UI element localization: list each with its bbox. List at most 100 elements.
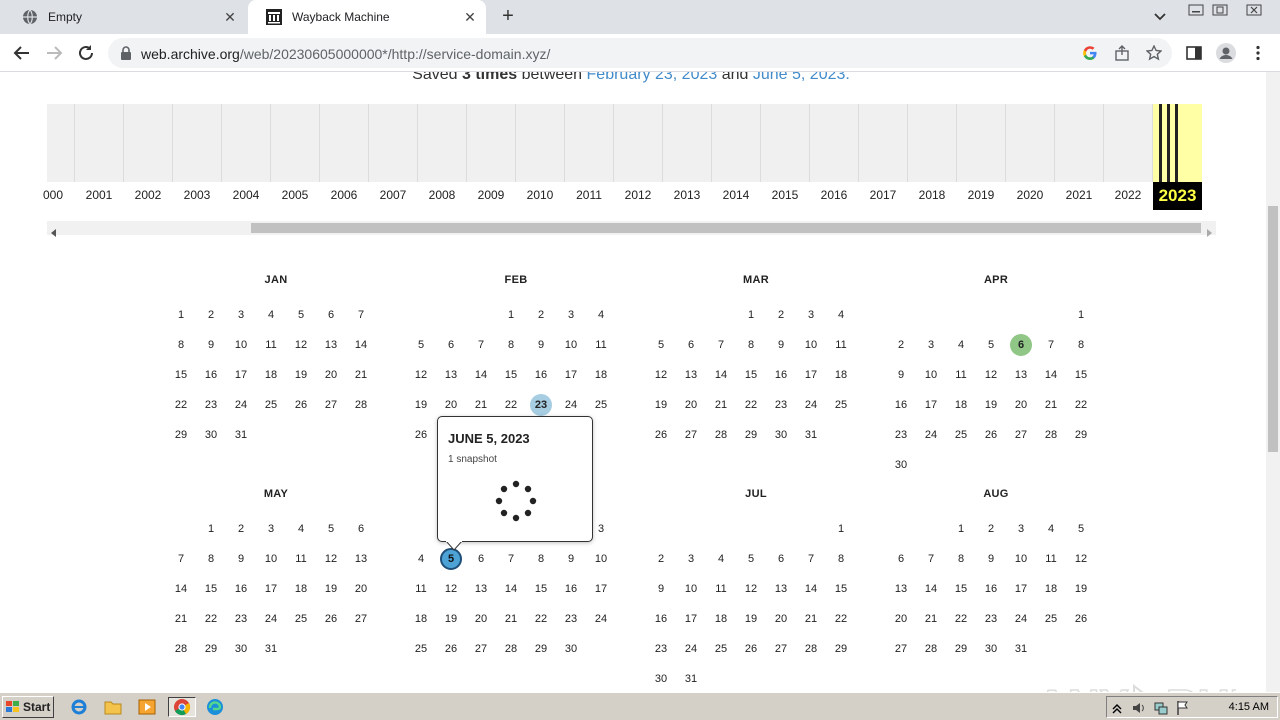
restore-icon[interactable]: [1210, 2, 1230, 18]
year-label[interactable]: 2001: [77, 188, 121, 202]
year-label[interactable]: 2006: [322, 188, 366, 202]
year-label[interactable]: 2017: [861, 188, 905, 202]
year-label[interactable]: 2018: [910, 188, 954, 202]
forward-arrow-icon[interactable]: [42, 41, 66, 65]
first-capture-link[interactable]: February 23, 2023: [587, 72, 718, 83]
year-label[interactable]: 2009: [469, 188, 513, 202]
snapshot-day[interactable]: 6: [1010, 334, 1032, 356]
year-label[interactable]: 2021: [1057, 188, 1101, 202]
year-column-2001[interactable]: [75, 104, 124, 182]
chevron-up-icon[interactable]: [1109, 700, 1125, 716]
tab-empty[interactable]: Empty ✕: [4, 0, 246, 34]
year-label[interactable]: 2014: [714, 188, 758, 202]
timeline-scrollbar[interactable]: [47, 221, 1216, 237]
year-label[interactable]: 2015: [763, 188, 807, 202]
loading-spinner-icon: [494, 479, 538, 523]
file-explorer-icon[interactable]: [102, 697, 124, 717]
year-column-2013[interactable]: [663, 104, 712, 182]
page-scrollbar[interactable]: [1266, 72, 1280, 692]
google-icon[interactable]: [1081, 44, 1099, 62]
year-column-2015[interactable]: [761, 104, 810, 182]
year-column-2014[interactable]: [712, 104, 761, 182]
year-label[interactable]: 2012: [616, 188, 660, 202]
year-label[interactable]: 2008: [420, 188, 464, 202]
network-icon[interactable]: [1153, 700, 1169, 716]
current-year-label[interactable]: 2023: [1153, 182, 1202, 210]
internet-explorer-icon[interactable]: [68, 697, 90, 717]
chrome-taskbar-icon[interactable]: [168, 697, 196, 717]
year-column-2010[interactable]: [516, 104, 565, 182]
year-label[interactable]: 2020: [1008, 188, 1052, 202]
snapshot-day[interactable]: 23: [530, 394, 552, 416]
scrollbar-thumb[interactable]: [251, 223, 1201, 233]
svg-text:ANY: ANY: [1036, 681, 1129, 692]
year-column-000[interactable]: [47, 104, 75, 182]
year-column-2011[interactable]: [565, 104, 614, 182]
calendar-day: 23: [894, 429, 908, 441]
action-center-flag-icon[interactable]: [1175, 700, 1191, 716]
taskbar-clock[interactable]: 4:15 AM: [1229, 701, 1269, 713]
year-column-2017[interactable]: [859, 104, 908, 182]
side-panel-icon[interactable]: [1182, 41, 1206, 65]
year-label[interactable]: 2016: [812, 188, 856, 202]
year-label[interactable]: 2022: [1106, 188, 1150, 202]
calendar-day: 28: [174, 643, 188, 655]
edge-icon[interactable]: [204, 697, 226, 717]
year-sparkline[interactable]: [47, 104, 1202, 182]
back-arrow-icon[interactable]: [10, 41, 34, 65]
year-label[interactable]: 2002: [126, 188, 170, 202]
year-column-2019[interactable]: [957, 104, 1006, 182]
calendar-day: 25: [594, 399, 608, 411]
share-icon[interactable]: [1113, 44, 1131, 62]
year-column-2018[interactable]: [908, 104, 957, 182]
year-label[interactable]: 2011: [567, 188, 611, 202]
close-window-icon[interactable]: [1244, 2, 1264, 18]
year-column-2004[interactable]: [222, 104, 271, 182]
calendar-day: 24: [684, 643, 698, 655]
year-label[interactable]: 000: [40, 188, 66, 202]
year-column-2012[interactable]: [614, 104, 663, 182]
chevron-down-icon[interactable]: [1150, 8, 1170, 26]
year-column-2008[interactable]: [418, 104, 467, 182]
year-column-2021[interactable]: [1055, 104, 1104, 182]
year-column-2016[interactable]: [810, 104, 859, 182]
snapshot-day[interactable]: 5: [440, 548, 462, 570]
year-label[interactable]: 2004: [224, 188, 268, 202]
profile-avatar-icon[interactable]: [1214, 41, 1238, 65]
year-label[interactable]: 2003: [175, 188, 219, 202]
calendar-day: 16: [564, 583, 578, 595]
tab-wayback-machine[interactable]: Wayback Machine ✕: [248, 0, 486, 34]
menu-kebab-icon[interactable]: [1246, 41, 1270, 65]
volume-icon[interactable]: [1131, 700, 1147, 716]
scroll-left-arrow-icon[interactable]: [50, 224, 58, 237]
address-bar[interactable]: web.archive.org/web/20230605000000*/http…: [108, 38, 1172, 68]
year-label[interactable]: 2010: [518, 188, 562, 202]
year-label[interactable]: 2007: [371, 188, 415, 202]
year-column-2023[interactable]: [1153, 104, 1202, 182]
calendar-day: 9: [987, 553, 995, 565]
year-column-2020[interactable]: [1006, 104, 1055, 182]
year-column-2007[interactable]: [369, 104, 418, 182]
minimize-icon[interactable]: [1186, 2, 1206, 18]
year-label[interactable]: 2019: [959, 188, 1003, 202]
scroll-right-arrow-icon[interactable]: [1205, 224, 1213, 237]
year-column-2022[interactable]: [1104, 104, 1153, 182]
page-scrollbar-thumb[interactable]: [1268, 206, 1278, 452]
media-player-icon[interactable]: [136, 697, 158, 717]
year-column-2009[interactable]: [467, 104, 516, 182]
year-column-2006[interactable]: [320, 104, 369, 182]
url-text[interactable]: web.archive.org/web/20230605000000*/http…: [141, 46, 550, 62]
reload-icon[interactable]: [74, 41, 98, 65]
close-tab-icon[interactable]: ✕: [460, 7, 480, 27]
year-column-2005[interactable]: [271, 104, 320, 182]
close-tab-icon[interactable]: ✕: [220, 7, 240, 27]
year-label[interactable]: 2005: [273, 188, 317, 202]
year-column-2002[interactable]: [124, 104, 173, 182]
start-button[interactable]: Start: [2, 696, 54, 718]
last-capture-link[interactable]: June 5, 2023.: [753, 72, 850, 83]
new-tab-button[interactable]: +: [496, 6, 520, 28]
year-column-2003[interactable]: [173, 104, 222, 182]
year-label[interactable]: 2013: [665, 188, 709, 202]
bookmark-star-icon[interactable]: [1145, 44, 1163, 62]
lock-icon[interactable]: [120, 46, 132, 60]
